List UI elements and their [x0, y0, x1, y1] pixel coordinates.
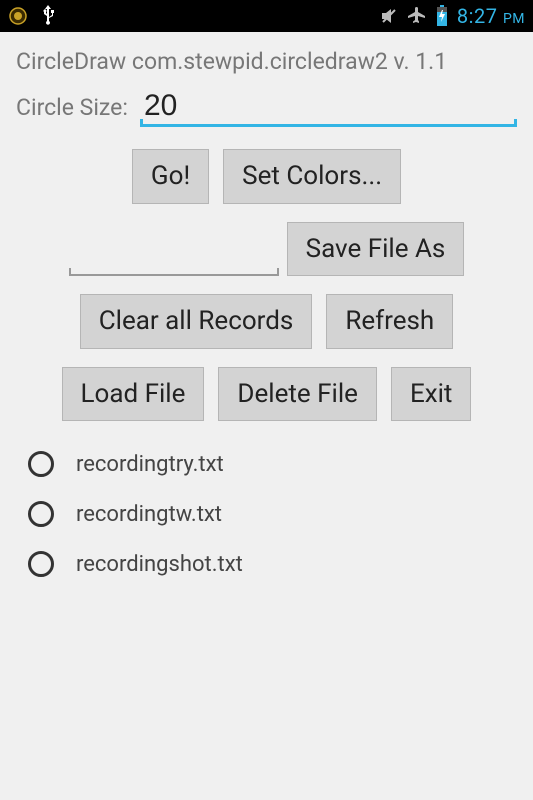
mute-icon: [379, 6, 399, 26]
refresh-button[interactable]: Refresh: [326, 294, 453, 349]
load-file-button[interactable]: Load File: [62, 367, 205, 422]
radio-icon[interactable]: [28, 501, 54, 527]
filename-input[interactable]: [69, 236, 279, 276]
clear-records-button[interactable]: Clear all Records: [80, 294, 313, 349]
app-content: CircleDraw com.stewpid.circledraw2 v. 1.…: [0, 32, 533, 605]
delete-file-button[interactable]: Delete File: [218, 367, 377, 422]
file-name-label: recordingshot.txt: [76, 552, 243, 577]
airplane-mode-icon: [407, 6, 427, 26]
go-button[interactable]: Go!: [132, 149, 209, 204]
page-title: CircleDraw com.stewpid.circledraw2 v. 1.…: [16, 48, 517, 75]
file-name-label: recordingtw.txt: [76, 502, 222, 527]
list-item[interactable]: recordingtry.txt: [28, 439, 517, 489]
list-item[interactable]: recordingshot.txt: [28, 539, 517, 589]
list-item[interactable]: recordingtw.txt: [28, 489, 517, 539]
battery-icon: [435, 5, 449, 27]
usb-icon: [38, 4, 58, 28]
app-badge-icon: [8, 6, 28, 26]
file-list: recordingtry.txt recordingtw.txt recordi…: [16, 439, 517, 589]
status-time: 8:27 PM: [457, 4, 525, 28]
set-colors-button[interactable]: Set Colors...: [223, 149, 401, 204]
circle-size-label: Circle Size:: [16, 94, 128, 121]
exit-button[interactable]: Exit: [391, 367, 472, 422]
save-file-as-button[interactable]: Save File As: [287, 222, 465, 277]
circle-size-input[interactable]: [140, 89, 517, 127]
status-bar: 8:27 PM: [0, 0, 533, 32]
radio-icon[interactable]: [28, 451, 54, 477]
file-name-label: recordingtry.txt: [76, 452, 224, 477]
radio-icon[interactable]: [28, 551, 54, 577]
